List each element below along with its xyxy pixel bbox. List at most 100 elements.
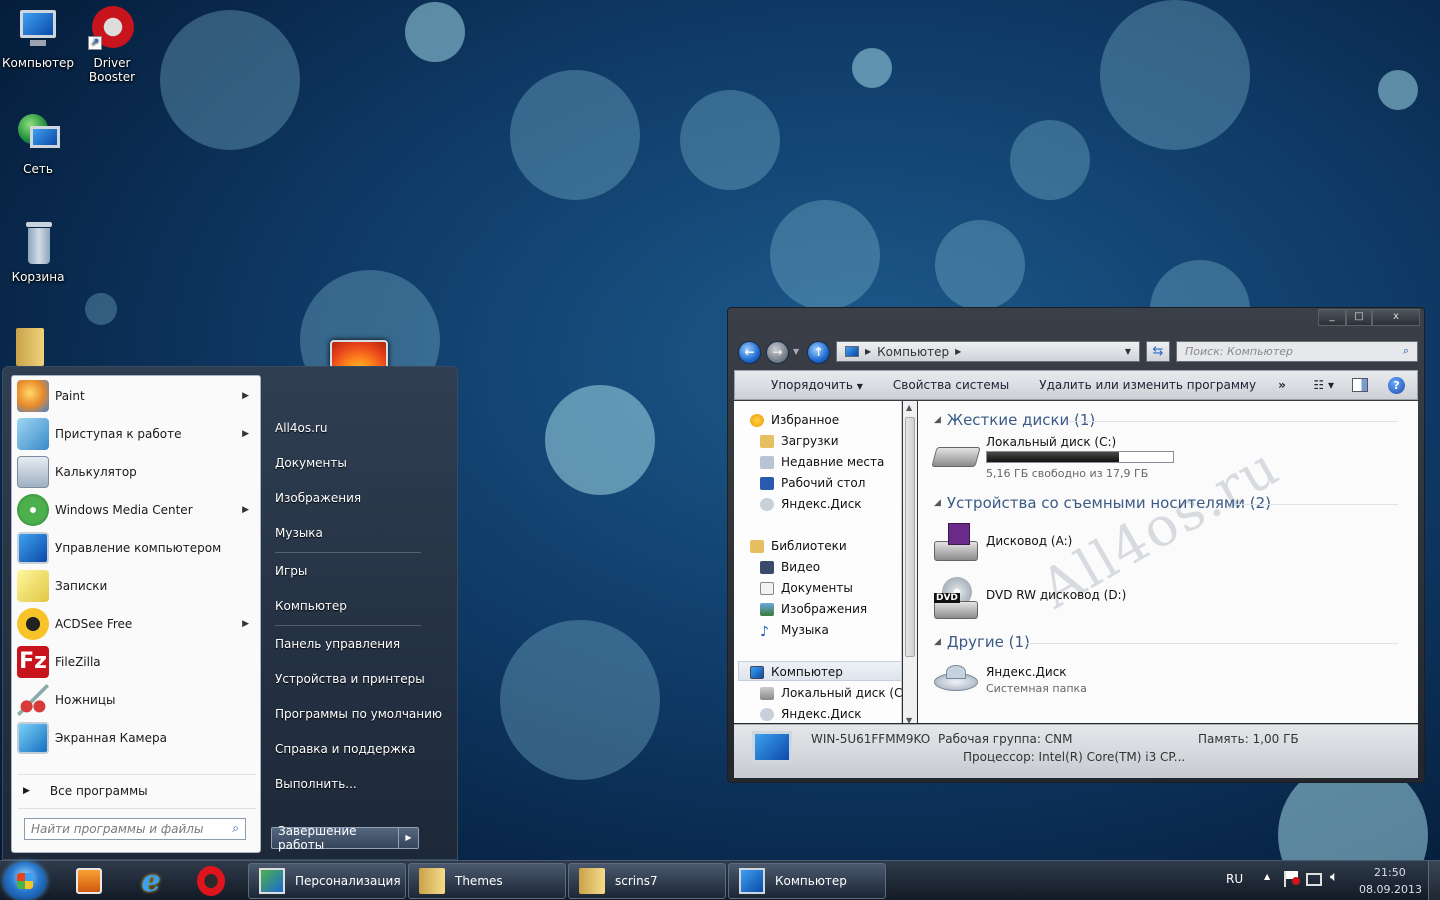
collapse-arrow-icon: ◢ — [934, 415, 941, 425]
nav-computer[interactable]: Компьютер — [750, 665, 843, 679]
history-dropdown-icon[interactable]: ▼ — [793, 347, 799, 356]
taskbar: e Персонализация Themes scrins7 Компьюте… — [0, 860, 1440, 900]
language-indicator[interactable]: RU — [1226, 872, 1243, 886]
back-button[interactable]: ← — [738, 341, 761, 364]
taskbar-task-computer[interactable]: Компьютер — [728, 863, 886, 899]
scroll-up-icon[interactable]: ▲ — [906, 403, 912, 412]
show-hidden-icons-button[interactable]: ▲ — [1264, 872, 1270, 881]
program-getting-started[interactable]: Приступая к работе ▶ — [15, 416, 259, 452]
breadcrumb-arrow-icon: ▶ — [865, 347, 872, 356]
shutdown-button[interactable]: Завершение работы ▶ — [271, 824, 419, 852]
all-programs[interactable]: ▶ Все программы — [15, 774, 259, 808]
scroll-thumb[interactable] — [905, 417, 915, 657]
preview-pane-icon[interactable] — [1352, 378, 1368, 392]
refresh-button[interactable]: ⇆ — [1146, 341, 1170, 362]
program-media-center[interactable]: Windows Media Center ▶ — [15, 492, 259, 528]
nav-video[interactable]: Видео — [760, 560, 820, 574]
nav-desktop[interactable]: Рабочий стол — [760, 476, 865, 490]
desktop-icon-network[interactable]: Сеть — [0, 112, 76, 177]
place-default-programs[interactable]: Программы по умолчанию — [275, 707, 442, 721]
pinned-media-player[interactable] — [62, 863, 116, 899]
dvd-badge: DVD — [934, 593, 960, 603]
minimize-button[interactable]: _ — [1318, 309, 1346, 326]
place-all4os[interactable]: All4os.ru — [275, 421, 327, 435]
nav-documents[interactable]: Документы — [760, 581, 853, 595]
address-bar[interactable]: ▶ Компьютер ▶ ▼ — [836, 341, 1140, 362]
desktop-folder-icon[interactable] — [16, 328, 44, 366]
start-menu-programs-pane: Paint ▶ Приступая к работе ▶ Калькулятор W… — [11, 375, 261, 853]
program-filezilla[interactable]: Fz FileZilla — [15, 644, 259, 680]
nav-pane-scrollbar[interactable]: ▲ ▼ — [903, 401, 917, 725]
nav-local-disk-c[interactable]: Локальный диск (C:) — [760, 686, 911, 700]
forward-button[interactable]: → — [766, 341, 789, 364]
local-disk-c-item[interactable]: Локальный диск (C:) 5,16 ГБ свободно из … — [931, 433, 1192, 483]
taskbar-task-scrins7[interactable]: scrins7 — [568, 863, 726, 899]
dvd-drive-d-item[interactable]: DVD DVD RW дисковод (D:) — [932, 577, 1192, 625]
start-search-input[interactable]: Найти программы и файлы ⌕ — [24, 818, 246, 840]
getting-started-icon — [17, 418, 49, 450]
nav-pictures[interactable]: Изображения — [760, 602, 867, 616]
place-documents[interactable]: Документы — [275, 456, 347, 470]
drive-icon — [760, 686, 774, 700]
desktop-icon-recycle-bin[interactable]: Корзина — [0, 220, 76, 285]
program-scissors[interactable]: Ножницы — [15, 682, 259, 718]
desktop-icon-driver-booster[interactable]: ↗ Driver Booster — [74, 6, 150, 84]
more-commands-button[interactable]: » — [1278, 378, 1286, 392]
explorer-window: _ □ x ← → ▼ ↑ ▶ Компьютер ▶ ▼ ⇆ Поиск: К… — [727, 307, 1425, 783]
maximize-button[interactable]: □ — [1346, 309, 1372, 326]
group-hard-disks[interactable]: ◢ Жесткие диски (1) — [934, 411, 1095, 429]
help-icon[interactable]: ? — [1388, 376, 1405, 394]
view-options-icon[interactable]: ☷ ▾ — [1313, 378, 1334, 392]
pinned-opera[interactable] — [184, 863, 238, 899]
network-tray-icon[interactable] — [1306, 873, 1322, 886]
computer-icon — [750, 665, 764, 679]
program-paint[interactable]: Paint ▶ — [15, 378, 259, 414]
shutdown-options-arrow-icon[interactable]: ▶ — [398, 828, 418, 848]
yandex-disk-item[interactable]: Яндекс.Диск Системная папка — [932, 663, 1152, 703]
nav-music[interactable]: ♪ Музыка — [760, 623, 829, 640]
close-button[interactable]: x — [1372, 309, 1420, 326]
program-screen-camera[interactable]: Экранная Камера — [15, 720, 259, 756]
dropdown-arrow-icon: ▼ — [856, 382, 863, 391]
nav-libraries[interactable]: Библиотеки — [750, 539, 847, 553]
nav-yandex-disk-computer[interactable]: Яндекс.Диск — [760, 707, 862, 721]
program-computer-management[interactable]: Управление компьютером — [15, 530, 259, 566]
place-pictures[interactable]: Изображения — [275, 491, 361, 505]
nav-yandex-disk[interactable]: Яндекс.Диск — [760, 497, 862, 511]
explorer-search-input[interactable]: Поиск: Компьютер ⌕ — [1176, 341, 1418, 362]
place-help-support[interactable]: Справка и поддержка — [275, 742, 416, 756]
clock-time[interactable]: 21:50 — [1374, 866, 1406, 879]
taskbar-task-personalization[interactable]: Персонализация — [248, 863, 406, 899]
action-center-flag-icon[interactable] — [1284, 871, 1300, 887]
desktop-icon-computer[interactable]: Компьютер — [0, 6, 76, 71]
place-devices-printers[interactable]: Устройства и принтеры — [275, 672, 425, 686]
program-acdsee[interactable]: ACDSee Free ▶ — [15, 606, 259, 642]
nav-favorites[interactable]: Избранное — [750, 413, 839, 427]
group-other[interactable]: ◢ Другие (1) — [934, 633, 1030, 651]
address-dropdown-icon[interactable]: ▼ — [1125, 347, 1131, 356]
system-properties-button[interactable]: Свойства системы — [893, 378, 1009, 392]
collapse-arrow-icon: ◢ — [934, 498, 941, 508]
place-run[interactable]: Выполнить... — [275, 777, 357, 791]
pinned-internet-explorer[interactable]: e — [124, 863, 178, 899]
place-music[interactable]: Музыка — [275, 526, 323, 540]
pictures-library-icon — [760, 602, 774, 616]
program-sticky-notes[interactable]: Записки — [15, 568, 259, 604]
organize-button[interactable]: Упорядочить ▼ — [753, 378, 863, 392]
volume-icon[interactable]: 🔈︎ — [1330, 869, 1338, 885]
media-player-icon — [76, 868, 102, 894]
floppy-drive-a-item[interactable]: Дисковод (A:) — [932, 523, 1132, 567]
place-control-panel[interactable]: Панель управления — [275, 637, 400, 651]
program-calculator[interactable]: Калькулятор — [15, 454, 259, 490]
clock-date[interactable]: 08.09.2013 — [1359, 883, 1422, 896]
group-removable[interactable]: ◢ Устройства со съемными носителями (2) — [934, 494, 1271, 512]
show-desktop-button[interactable] — [1428, 861, 1440, 900]
taskbar-task-themes[interactable]: Themes — [408, 863, 566, 899]
start-button[interactable] — [4, 862, 46, 900]
nav-downloads[interactable]: Загрузки — [760, 434, 839, 448]
nav-recent-places[interactable]: Недавние места — [760, 455, 884, 469]
place-computer[interactable]: Компьютер — [275, 599, 347, 613]
up-button[interactable]: ↑ — [807, 341, 830, 364]
place-games[interactable]: Игры — [275, 564, 307, 578]
uninstall-program-button[interactable]: Удалить или изменить программу — [1039, 378, 1256, 392]
